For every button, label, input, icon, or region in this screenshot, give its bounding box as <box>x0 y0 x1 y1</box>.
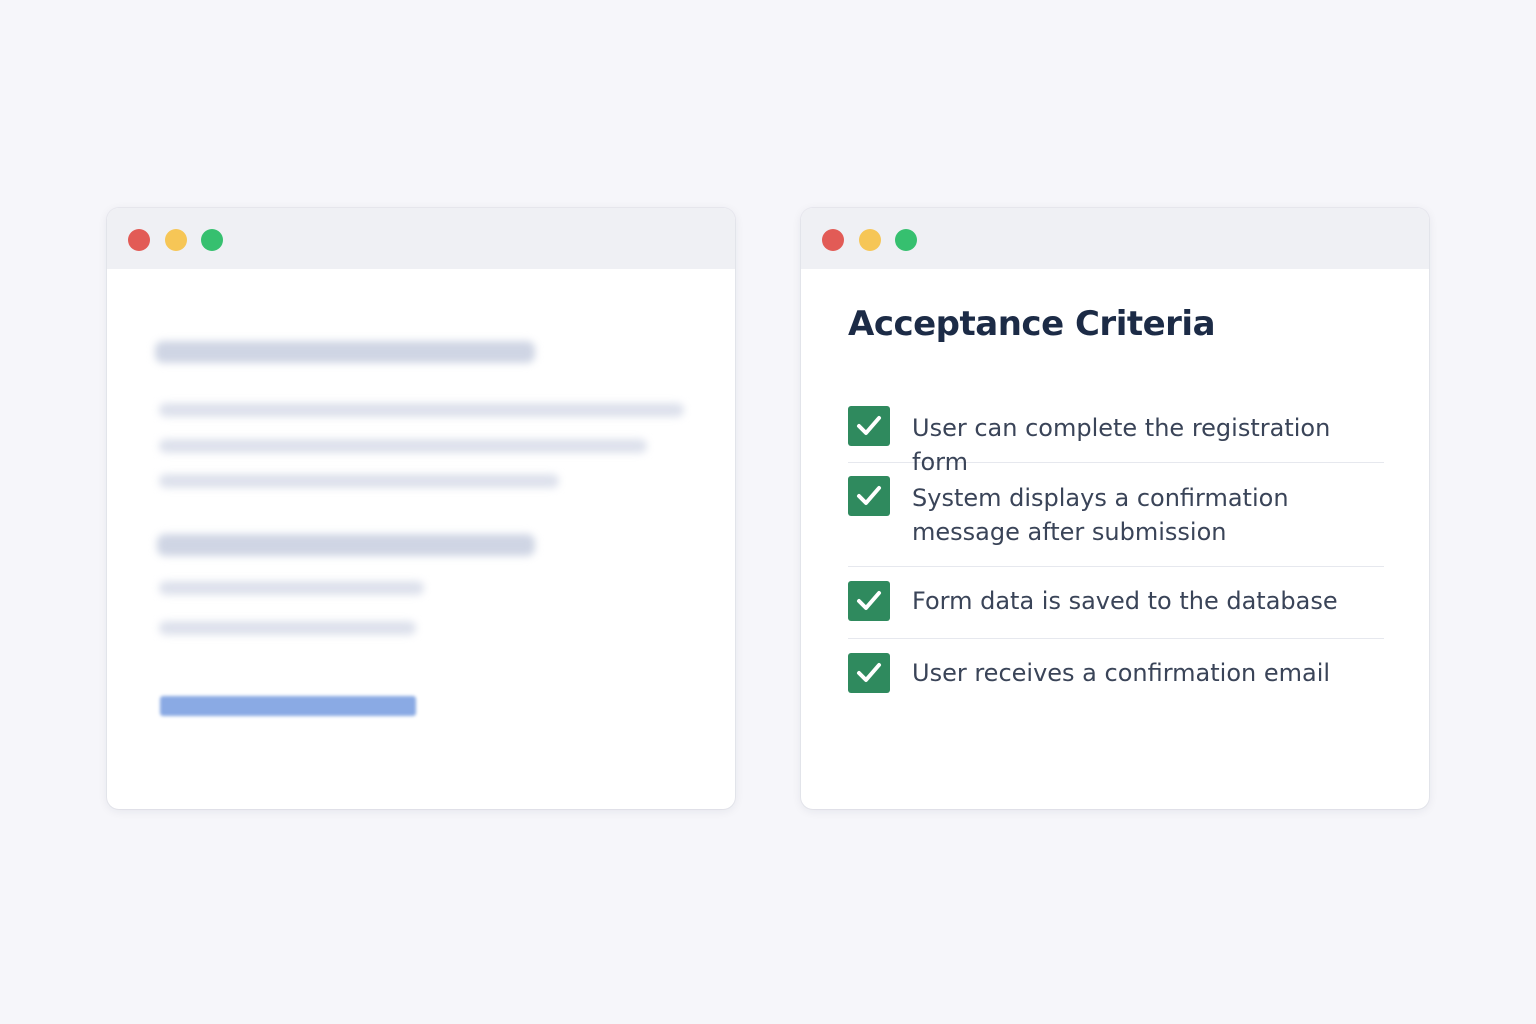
checkbox[interactable] <box>848 581 890 621</box>
maximize-dot[interactable] <box>895 229 917 251</box>
window-titlebar <box>107 208 735 269</box>
close-dot[interactable] <box>128 229 150 251</box>
blurred-text-line <box>159 474 559 488</box>
blurred-window <box>107 208 735 809</box>
blurred-text-line <box>159 403 684 417</box>
blurred-text-line <box>159 439 647 453</box>
criteria-list: User can complete the registration form … <box>848 398 1384 709</box>
blurred-text-line <box>159 581 424 595</box>
close-dot[interactable] <box>822 229 844 251</box>
list-item: Form data is saved to the database <box>848 567 1384 639</box>
check-icon <box>857 663 881 682</box>
list-item: System displays a confirmation message a… <box>848 463 1384 567</box>
list-item: User can complete the registration form <box>848 398 1384 476</box>
check-icon <box>857 416 881 435</box>
blurred-heading <box>155 341 535 363</box>
blurred-button <box>160 696 416 716</box>
page-title: Acceptance Criteria <box>848 304 1216 344</box>
stage: Acceptance Criteria User can complete th… <box>0 0 1536 1024</box>
list-item: User receives a confirmation email <box>848 639 1384 709</box>
checkbox[interactable] <box>848 406 890 446</box>
criterion-text: User receives a confirmation email <box>912 659 1331 687</box>
blurred-heading <box>157 534 535 556</box>
criterion-text: Form data is saved to the database <box>912 587 1338 615</box>
blurred-text-line <box>159 621 416 635</box>
checkbox[interactable] <box>848 653 890 693</box>
minimize-dot[interactable] <box>859 229 881 251</box>
maximize-dot[interactable] <box>201 229 223 251</box>
minimize-dot[interactable] <box>165 229 187 251</box>
criterion-text: System displays a confirmation message a… <box>912 484 1289 546</box>
check-icon <box>857 486 881 505</box>
check-icon <box>857 591 881 610</box>
window-titlebar <box>801 208 1429 269</box>
acceptance-criteria-window: Acceptance Criteria User can complete th… <box>801 208 1429 809</box>
checkbox[interactable] <box>848 476 890 516</box>
